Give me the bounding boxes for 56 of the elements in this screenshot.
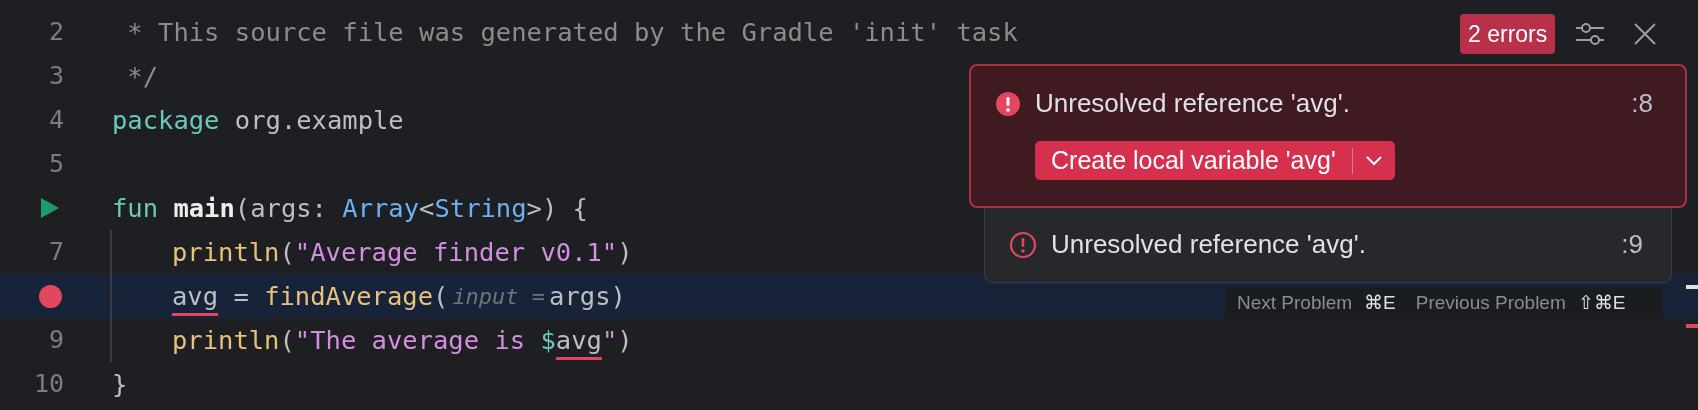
- code-token: ): [617, 235, 633, 269]
- code-token: org.example: [233, 103, 404, 137]
- line-number: 7: [48, 236, 64, 269]
- breakpoint-icon[interactable]: [39, 284, 62, 308]
- code-token: avg: [555, 323, 602, 357]
- code-token: args): [549, 279, 626, 313]
- shortcut-keys: ⇧⌘E: [1577, 288, 1626, 318]
- error-icon: [1009, 230, 1037, 259]
- shortcut-keys: ⌘E: [1364, 288, 1396, 318]
- code-token: (args:: [234, 191, 328, 225]
- problem-message: Unresolved reference 'avg'.: [1051, 228, 1367, 261]
- code-token: }: [112, 367, 128, 401]
- filter-icon[interactable]: [1575, 21, 1606, 47]
- code-token: package: [112, 103, 220, 137]
- chevron-down-icon[interactable]: [1364, 154, 1383, 167]
- code-token: println: [172, 323, 280, 357]
- code-token: avg: [172, 279, 219, 313]
- code-token: $: [540, 323, 556, 357]
- code-token: (: [433, 279, 449, 313]
- code-token: (: [279, 235, 295, 269]
- line-reference: :8: [1631, 87, 1653, 120]
- problem-message: Unresolved reference 'avg'.: [1035, 87, 1351, 120]
- line-number: 9: [48, 324, 64, 357]
- code-token: println: [172, 235, 280, 269]
- parameter-hint: input =: [451, 282, 547, 311]
- error-count-badge[interactable]: 2 errors: [1460, 14, 1556, 54]
- problem-item[interactable]: Unresolved reference 'avg'. :8 Create local variable 'avg': [969, 64, 1687, 208]
- code-token: findAverage: [264, 279, 433, 313]
- code-token: <: [419, 191, 435, 225]
- code-token: (: [279, 323, 295, 357]
- line-number: 4: [48, 104, 64, 137]
- code-token: String: [434, 191, 527, 225]
- close-icon[interactable]: [1633, 22, 1658, 46]
- line-number: 10: [33, 368, 64, 401]
- code-token: main: [172, 191, 235, 225]
- code-token: =: [232, 279, 250, 313]
- line-number: 5: [48, 148, 64, 181]
- code-token: >) {: [526, 191, 588, 225]
- scroll-marker: [1686, 285, 1698, 289]
- line-reference: :9: [1621, 228, 1643, 261]
- line-number: 3: [48, 60, 64, 93]
- line-number: 2: [48, 16, 64, 49]
- code-token: Array: [342, 191, 420, 225]
- run-icon[interactable]: [40, 197, 60, 219]
- code-token: ): [617, 323, 633, 357]
- code-token: fun: [112, 191, 159, 225]
- shortcut-label[interactable]: Next Problem: [1237, 288, 1353, 318]
- shortcut-label[interactable]: Previous Problem: [1415, 288, 1566, 318]
- code-token: ": [601, 323, 618, 357]
- code-comment: * This source file was generated by the Gradle 'init' task: [126, 15, 1018, 49]
- code-token: "The average is: [294, 323, 527, 357]
- problem-item[interactable]: Unresolved reference 'avg'. :9: [984, 206, 1672, 283]
- code-token: "Average finder v0.1": [294, 235, 618, 269]
- error-stripe-mark: [1686, 324, 1698, 328]
- code-comment: */: [126, 59, 159, 93]
- error-icon: [995, 90, 1021, 117]
